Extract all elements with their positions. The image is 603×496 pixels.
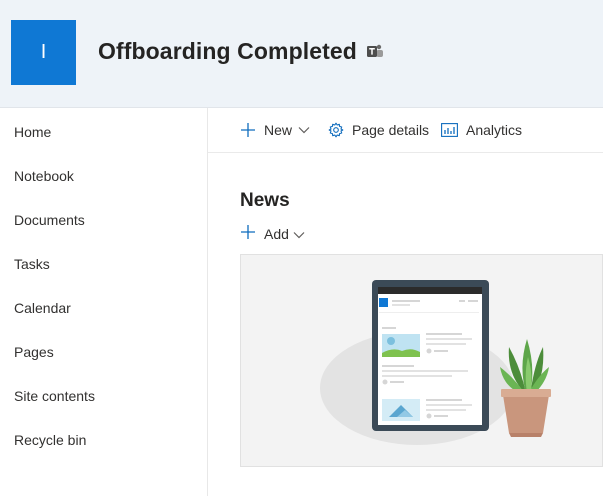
site-header: I Offboarding Completed	[0, 0, 603, 108]
add-news-label: Add	[264, 225, 289, 242]
nav-item-calendar[interactable]: Calendar	[14, 300, 71, 316]
page-details-button[interactable]: Page details	[328, 122, 429, 138]
new-button-label: New	[264, 122, 293, 138]
page-details-label: Page details	[352, 122, 430, 138]
chevron-down-icon	[298, 126, 310, 134]
nav-item-documents[interactable]: Documents	[14, 212, 85, 228]
command-bar: New Page details Analytics	[208, 108, 603, 153]
left-navigation: Home Notebook Documents Tasks Calendar P…	[0, 108, 208, 496]
news-section-title: News	[240, 190, 290, 211]
analytics-label: Analytics	[466, 122, 523, 138]
nav-item-tasks[interactable]: Tasks	[14, 256, 50, 272]
add-news-button[interactable]: Add	[240, 224, 305, 243]
plus-icon	[240, 122, 256, 138]
analytics-button[interactable]: Analytics	[441, 122, 522, 138]
new-button[interactable]: New	[240, 122, 310, 138]
chevron-down-icon	[293, 226, 305, 242]
nav-item-home[interactable]: Home	[14, 124, 51, 140]
news-placeholder	[240, 254, 603, 467]
analytics-icon	[441, 123, 458, 137]
nav-item-notebook[interactable]: Notebook	[14, 168, 74, 184]
teams-icon[interactable]	[366, 43, 384, 65]
site-title[interactable]: Offboarding Completed	[98, 38, 357, 65]
news-placeholder-illustration	[320, 280, 551, 445]
nav-item-site-contents[interactable]: Site contents	[14, 388, 95, 404]
plus-icon	[240, 224, 256, 243]
nav-item-pages[interactable]: Pages	[14, 344, 54, 360]
nav-item-recycle-bin[interactable]: Recycle bin	[14, 432, 86, 448]
site-logo-letter: I	[40, 41, 47, 63]
gear-icon	[328, 122, 344, 138]
site-logo[interactable]: I	[11, 20, 76, 85]
